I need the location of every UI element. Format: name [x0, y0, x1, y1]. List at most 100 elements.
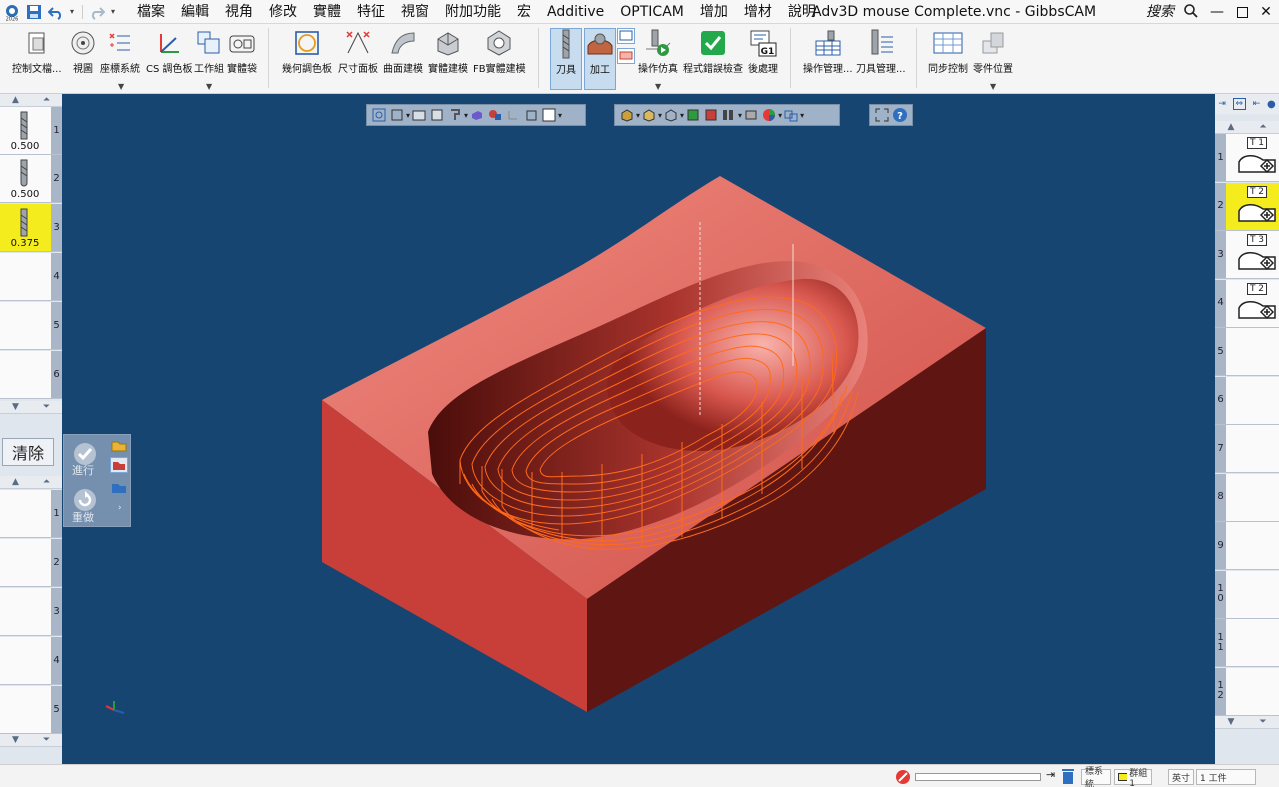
- process-window-icon[interactable]: [617, 28, 635, 44]
- process-slot[interactable]: 1 1: [1215, 619, 1279, 667]
- wireframe-icon[interactable]: [663, 107, 679, 123]
- chevron-down-icon[interactable]: ▼: [118, 82, 124, 91]
- stop-icon[interactable]: [895, 769, 911, 785]
- menu-file[interactable]: 檔案: [129, 0, 173, 24]
- coord-system-field[interactable]: 標系統: [1081, 767, 1111, 787]
- menu-window[interactable]: 視窗: [393, 0, 437, 24]
- chevron-down-icon[interactable]: ▾: [464, 111, 468, 120]
- stock-folder-icon[interactable]: [110, 457, 128, 473]
- tool-display-icon[interactable]: [447, 107, 463, 123]
- run-label[interactable]: 進行: [72, 462, 94, 478]
- fullscreen-icon[interactable]: [874, 107, 890, 123]
- clear-button[interactable]: 清除: [2, 438, 54, 466]
- tool-button[interactable]: 刀具: [550, 28, 582, 90]
- search-icon[interactable]: [1183, 3, 1199, 22]
- process-slot[interactable]: 5: [1215, 328, 1279, 376]
- multi-view-icon[interactable]: [783, 107, 799, 123]
- cs-palette-button[interactable]: CS 調色板: [146, 28, 193, 90]
- model-canvas[interactable]: [62, 94, 1215, 764]
- chevron-up-icon[interactable]: ▲: [12, 95, 19, 105]
- process-list-icon[interactable]: [617, 48, 635, 64]
- workgroup-button[interactable]: 工作組: [194, 28, 224, 90]
- lower-list-item[interactable]: 3: [0, 588, 62, 636]
- trash-icon[interactable]: [1061, 768, 1075, 785]
- process-slot[interactable]: 1 T 1: [1215, 134, 1279, 182]
- process-slot[interactable]: 4 T 2: [1215, 279, 1279, 328]
- user-icon[interactable]: ●: [1267, 99, 1276, 110]
- pin-icon[interactable]: ⇥: [1046, 768, 1055, 781]
- rotate-icon[interactable]: [429, 107, 445, 123]
- op-manager-button[interactable]: 操作管理...: [803, 28, 853, 90]
- section-icon[interactable]: [743, 107, 759, 123]
- double-chevron-down-icon[interactable]: ⏷: [1259, 717, 1266, 727]
- chevron-down-icon[interactable]: ▼: [655, 82, 661, 91]
- tool-slot[interactable]: 6: [0, 351, 62, 399]
- chevron-up-icon[interactable]: ▲: [12, 477, 19, 487]
- tool-slot-selected[interactable]: 0.375 3: [0, 204, 62, 252]
- menu-modify[interactable]: 修改: [261, 0, 305, 24]
- parts-field[interactable]: 1 工件: [1196, 769, 1256, 785]
- process-slot[interactable]: 6: [1215, 376, 1279, 425]
- lower-list-item[interactable]: 2: [0, 539, 62, 587]
- sync-control-button[interactable]: 同步控制: [928, 28, 968, 90]
- expand-left-icon[interactable]: ⇥: [1218, 99, 1226, 109]
- process-slot[interactable]: 7: [1215, 425, 1279, 473]
- undo-icon[interactable]: [46, 2, 66, 22]
- double-chevron-up-icon[interactable]: ⏶: [1259, 122, 1266, 132]
- menu-macro[interactable]: 宏: [509, 0, 539, 24]
- close-button[interactable]: ✕: [1256, 2, 1276, 22]
- maximize-button[interactable]: [1232, 2, 1252, 22]
- group-field[interactable]: 群組1: [1114, 769, 1152, 787]
- redo-icon[interactable]: [87, 2, 107, 22]
- tool-manager-button[interactable]: 刀具管理...: [856, 28, 906, 90]
- redo-label[interactable]: 重做: [72, 509, 94, 525]
- chevron-down-icon[interactable]: ▼: [990, 82, 996, 91]
- frame-view-icon[interactable]: [541, 107, 557, 123]
- surface-model-button[interactable]: 曲面建模: [383, 28, 423, 90]
- process-list-scroll-up[interactable]: ▲ ⏶: [1215, 121, 1279, 134]
- minimize-button[interactable]: —: [1207, 2, 1227, 22]
- chevron-down-icon[interactable]: ▾: [778, 111, 782, 120]
- process-slot[interactable]: 3 T 3: [1215, 231, 1279, 279]
- geom-palette-button[interactable]: 幾何調色板: [282, 28, 332, 90]
- solid-model-button[interactable]: 實體建模: [428, 28, 468, 90]
- help-icon[interactable]: ?: [892, 107, 908, 123]
- process-slot[interactable]: 9: [1215, 522, 1279, 570]
- process-slot[interactable]: 8: [1215, 473, 1279, 522]
- post-button[interactable]: G1 後處理: [748, 28, 778, 90]
- stock-icon[interactable]: [703, 107, 719, 123]
- 3d-viewport[interactable]: ▾ ▾ ▾ ▾ ▾ ▾ ▾ ▾ ▾ ?: [62, 94, 1215, 764]
- solid-view-icon[interactable]: [685, 107, 701, 123]
- menu-additive-mfg[interactable]: 增材: [736, 0, 780, 24]
- chevron-down-icon[interactable]: ▾: [636, 111, 640, 120]
- expand-right-icon[interactable]: ⇤: [1253, 99, 1261, 109]
- save-icon[interactable]: [24, 2, 44, 22]
- axis-display-icon[interactable]: [505, 107, 521, 123]
- double-chevron-down-icon[interactable]: ⏷: [43, 402, 50, 412]
- iso-view-icon[interactable]: [619, 107, 635, 123]
- process-slot[interactable]: 1 2: [1215, 667, 1279, 716]
- menu-edit[interactable]: 編輯: [173, 0, 217, 24]
- menu-additive[interactable]: Additive: [539, 0, 612, 24]
- menu-plugins[interactable]: 附加功能: [437, 0, 509, 24]
- chevron-down-icon[interactable]: ▾: [658, 111, 662, 120]
- lower-list-item[interactable]: 5: [0, 686, 62, 734]
- double-chevron-up-icon[interactable]: ⏶: [43, 95, 50, 105]
- lower-list-item[interactable]: 4: [0, 637, 62, 685]
- prog-check-button[interactable]: 程式錯誤檢查: [683, 28, 743, 90]
- chevron-down-icon[interactable]: ▼: [12, 402, 19, 412]
- chevron-down-icon[interactable]: ▾: [558, 111, 562, 120]
- process-list-scroll-down[interactable]: ▼ ⏷: [1215, 716, 1279, 729]
- double-chevron-down-icon[interactable]: ⏷: [43, 735, 50, 745]
- split-view-icon[interactable]: [721, 107, 737, 123]
- zoom-fit-icon[interactable]: [371, 107, 387, 123]
- folder-icon[interactable]: [110, 437, 128, 453]
- op-sim-button[interactable]: 操作仿真: [638, 28, 678, 90]
- process-slot-selected[interactable]: 2 T 2: [1215, 182, 1279, 231]
- lower-list-scroll-up[interactable]: ▲ ⏶: [0, 476, 62, 489]
- chevron-down-icon[interactable]: ▾: [680, 111, 684, 120]
- search-label[interactable]: 搜索: [1146, 0, 1174, 24]
- dim-panel-button[interactable]: 尺寸面板: [338, 28, 378, 90]
- chevron-down-icon[interactable]: ▾: [738, 111, 742, 120]
- color-wheel-icon[interactable]: [761, 107, 777, 123]
